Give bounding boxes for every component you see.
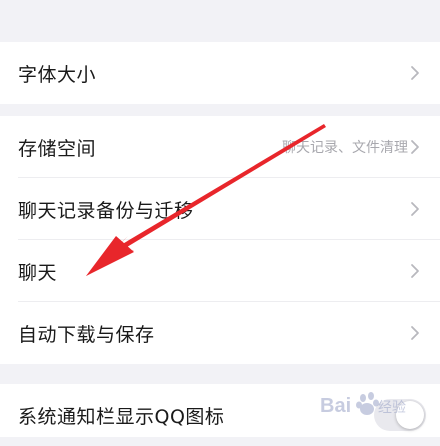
chat-label: 聊天: [18, 261, 58, 284]
auto-download-row[interactable]: 自动下载与保存: [0, 302, 440, 364]
auto-download-label: 自动下载与保存: [18, 323, 155, 346]
font-size-label: 字体大小: [18, 63, 97, 86]
chevron-right-icon: [411, 326, 419, 340]
font-size-row[interactable]: 字体大小: [0, 42, 440, 104]
top-spacer: [0, 0, 440, 42]
backup-row[interactable]: 聊天记录备份与迁移: [0, 178, 440, 240]
chat-row[interactable]: 聊天: [0, 240, 440, 302]
chevron-right-icon: [411, 140, 419, 154]
chevron-right-icon: [411, 202, 419, 216]
display-settings-group: 字体大小: [0, 42, 440, 104]
general-settings-group: 存储空间 聊天记录、文件清理 聊天记录备份与迁移 聊天 自动下载与保存: [0, 116, 440, 364]
notify-icon-label: 系统通知栏显示QQ图标: [18, 405, 225, 428]
backup-label: 聊天记录备份与迁移: [18, 199, 194, 222]
chevron-right-icon: [411, 66, 419, 80]
storage-subtitle: 聊天记录、文件清理: [282, 140, 408, 156]
storage-row[interactable]: 存储空间 聊天记录、文件清理: [0, 116, 440, 178]
chevron-right-icon: [411, 264, 419, 278]
baidu-watermark-logo: Bai 经验: [320, 392, 406, 417]
svg-text:Bai: Bai: [320, 395, 351, 417]
storage-label: 存储空间: [18, 137, 97, 160]
svg-text:经验: 经验: [378, 399, 406, 415]
